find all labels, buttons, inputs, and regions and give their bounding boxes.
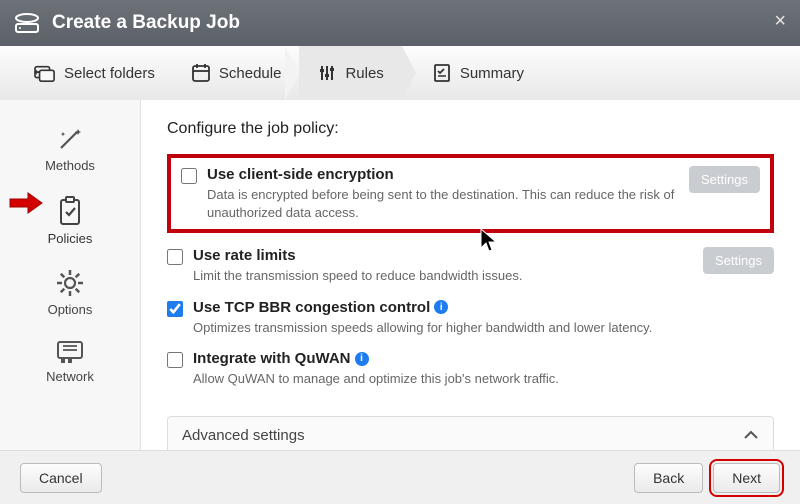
sidebar-item-label: Methods	[45, 158, 95, 173]
step-label: Rules	[345, 65, 383, 82]
rate-settings-button[interactable]: Settings	[703, 247, 774, 274]
encryption-highlight: Use client-side encryption Data is encry…	[167, 154, 774, 233]
backup-drive-icon	[14, 12, 40, 34]
wizard-footer: Cancel Back Next	[0, 450, 800, 504]
back-button[interactable]: Back	[634, 463, 703, 493]
sidebar-item-methods[interactable]: Methods	[30, 118, 110, 181]
encryption-checkbox[interactable]	[181, 168, 197, 184]
clipboard-check-icon	[55, 195, 85, 227]
step-label: Schedule	[219, 65, 282, 82]
wizard-body: Methods Policies Options Network Configu…	[0, 100, 800, 450]
step-schedule[interactable]: Schedule	[173, 46, 300, 100]
sliders-icon	[317, 63, 337, 83]
step-select-folders[interactable]: Select folders	[16, 46, 173, 100]
rate-label: Use rate limits	[193, 247, 296, 264]
step-rules[interactable]: Rules	[299, 46, 401, 100]
rate-desc: Limit the transmission speed to reduce b…	[193, 267, 693, 285]
sidebar-item-label: Options	[48, 302, 93, 317]
advanced-settings: Advanced settings Only back up updated f…	[167, 416, 774, 450]
wand-icon	[55, 126, 85, 154]
wizard-steps: Select folders Schedule Rules Summary	[0, 46, 800, 100]
policy-list: Use client-side encryption Data is encry…	[167, 154, 774, 450]
policy-rate-limits: Use rate limits Limit the transmission s…	[167, 247, 774, 285]
title-text: Create a Backup Job	[52, 12, 240, 34]
encryption-settings-button[interactable]: Settings	[689, 166, 760, 193]
cancel-button[interactable]: Cancel	[20, 463, 102, 493]
advanced-title: Advanced settings	[182, 427, 305, 444]
next-button[interactable]: Next	[713, 463, 780, 493]
step-label: Select folders	[64, 65, 155, 82]
bbr-desc: Optimizes transmission speeds allowing f…	[193, 319, 774, 337]
network-card-icon	[55, 339, 85, 365]
pointer-arrow-icon	[8, 192, 44, 214]
rules-sidebar: Methods Policies Options Network	[0, 100, 140, 450]
sidebar-item-network[interactable]: Network	[30, 331, 110, 392]
step-label: Summary	[460, 65, 524, 82]
gear-icon	[55, 268, 85, 298]
advanced-header[interactable]: Advanced settings	[168, 417, 773, 450]
policy-quwan: Integrate with QuWAN i Allow QuWAN to ma…	[167, 350, 774, 388]
step-summary[interactable]: Summary	[402, 46, 542, 100]
encryption-desc: Data is encrypted before being sent to t…	[207, 186, 679, 221]
quwan-desc: Allow QuWAN to manage and optimize this …	[193, 370, 774, 388]
info-icon[interactable]: i	[434, 300, 448, 314]
summary-icon	[432, 63, 452, 83]
sidebar-item-label: Policies	[48, 231, 93, 246]
policy-panel: Configure the job policy: Use client-sid…	[140, 100, 800, 450]
quwan-checkbox[interactable]	[167, 352, 183, 368]
bbr-label: Use TCP BBR congestion control i	[193, 299, 448, 316]
folder-stack-icon	[34, 63, 56, 83]
panel-heading: Configure the job policy:	[167, 120, 774, 138]
chevron-up-icon	[743, 427, 759, 444]
title-bar: Create a Backup Job ×	[0, 0, 800, 46]
sidebar-item-label: Network	[46, 369, 94, 384]
bbr-checkbox[interactable]	[167, 301, 183, 317]
policy-encryption: Use client-side encryption Data is encry…	[181, 166, 760, 221]
info-icon[interactable]: i	[355, 352, 369, 366]
close-icon[interactable]: ×	[774, 10, 786, 33]
rate-checkbox[interactable]	[167, 249, 183, 265]
quwan-label: Integrate with QuWAN i	[193, 350, 369, 367]
wizard-window: Create a Backup Job × Select folders Sch…	[0, 0, 800, 504]
sidebar-item-options[interactable]: Options	[30, 260, 110, 325]
policy-bbr: Use TCP BBR congestion control i Optimiz…	[167, 299, 774, 337]
encryption-label: Use client-side encryption	[207, 166, 394, 183]
calendar-icon	[191, 63, 211, 83]
